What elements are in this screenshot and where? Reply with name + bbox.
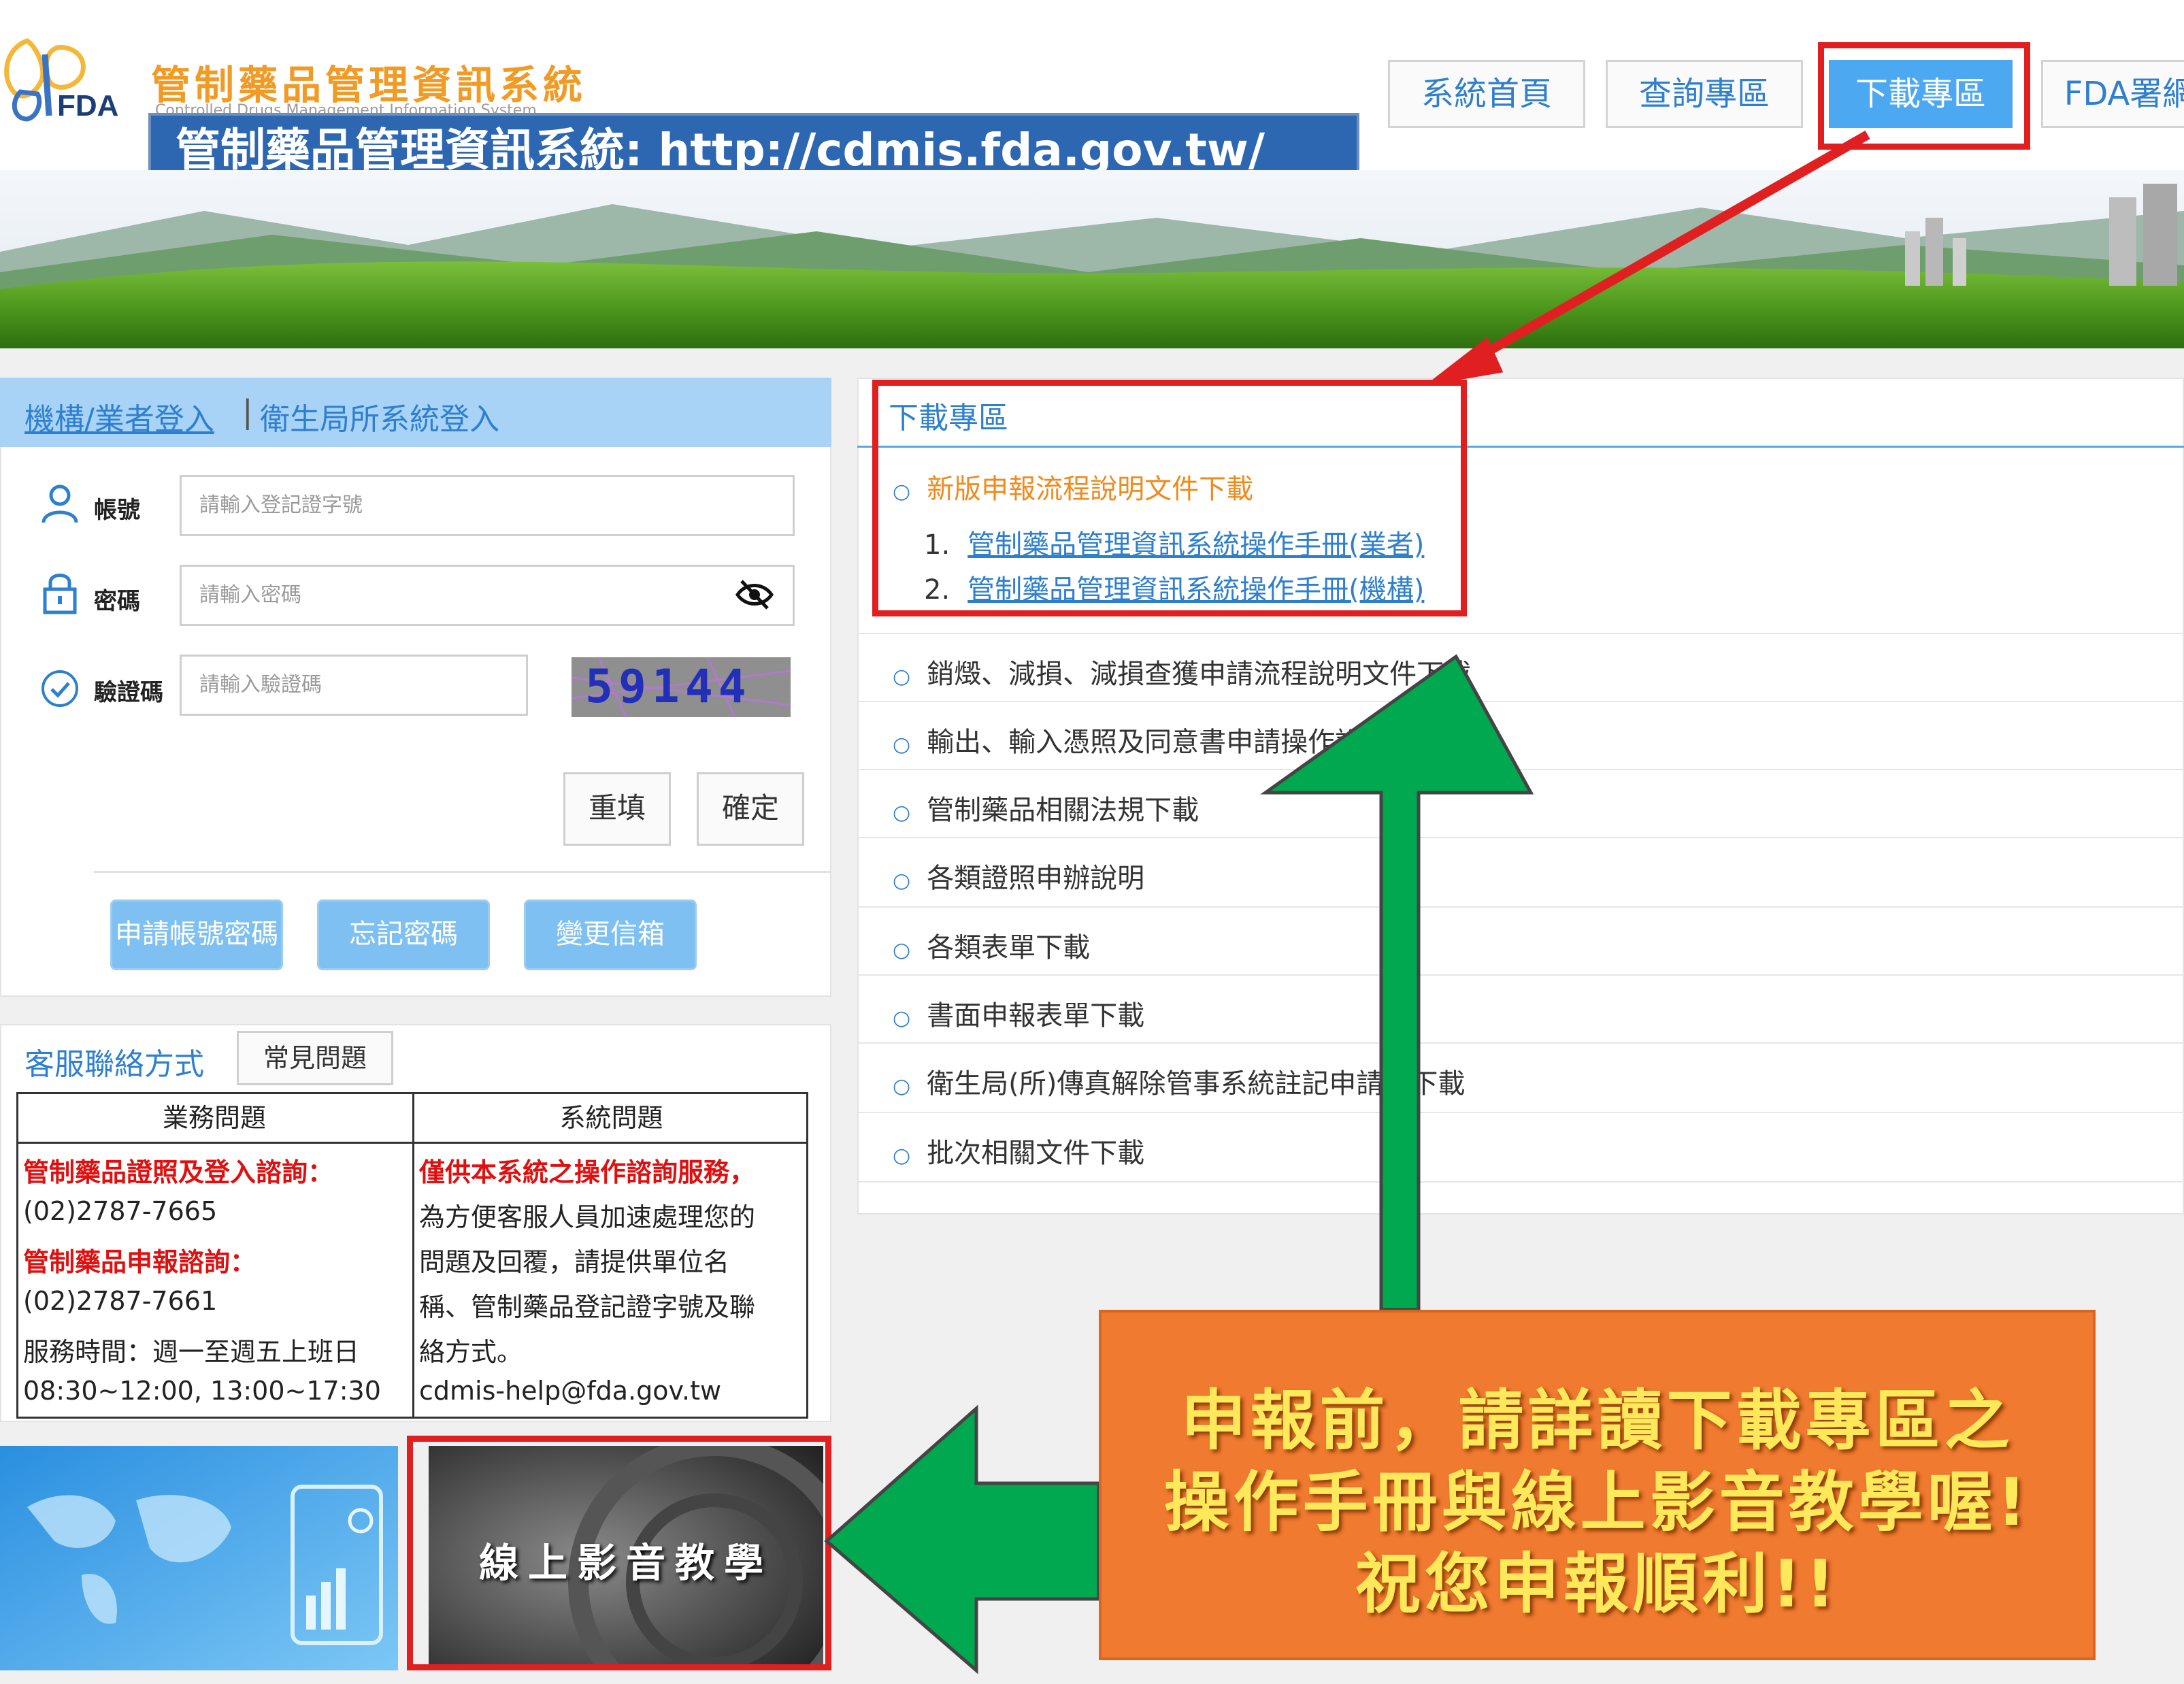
list-divider <box>859 701 2183 702</box>
system-email[interactable]: cdmis-help@fda.gov.tw <box>419 1376 721 1406</box>
account-label: 帳號 <box>94 497 140 524</box>
service-title[interactable]: 客服聯絡方式 <box>24 1040 204 1083</box>
list-divider <box>859 1181 2183 1183</box>
download-item[interactable]: ○ 衛生局(所)傳真解除管事系統註記申請表下載 <box>893 1061 1465 1101</box>
lock-icon <box>43 574 77 614</box>
captcha-input[interactable]: 請輸入驗證碼 <box>180 655 528 716</box>
bullet-icon: ○ <box>893 665 911 689</box>
nav-fda-button[interactable]: FDA署網 <box>2041 60 2184 128</box>
check-circle-icon <box>42 670 78 707</box>
download-item[interactable]: ○ 管制藥品相關法規下載 <box>893 788 1199 827</box>
system-line: 僅供本系統之操作諮詢服務， <box>419 1157 756 1187</box>
list-divider <box>859 633 2183 634</box>
bullet-icon: ○ <box>893 938 911 962</box>
forgot-password-button[interactable]: 忘記密碼 <box>317 899 490 970</box>
nav-query-button[interactable]: 查詢專區 <box>1606 60 1803 128</box>
world-map-tile[interactable] <box>0 1446 398 1670</box>
business-line: (02)2787-7661 <box>23 1286 218 1316</box>
business-line: 管制藥品證照及登入諮詢： <box>23 1157 334 1187</box>
list-divider <box>859 974 2183 976</box>
change-email-button[interactable]: 變更信箱 <box>524 899 697 970</box>
download-item[interactable]: ○ 書面申報表單下載 <box>893 993 1144 1033</box>
reset-button[interactable]: 重填 <box>563 772 671 846</box>
faq-button[interactable]: 常見問題 <box>237 1031 393 1085</box>
nav-home-button[interactable]: 系統首頁 <box>1388 60 1585 128</box>
business-line: 管制藥品申報諮詢： <box>23 1247 257 1277</box>
bullet-icon: ○ <box>893 1074 911 1098</box>
tab-health-login[interactable]: 衛生局所系統登入 <box>260 395 499 438</box>
landscape-banner <box>0 170 2184 348</box>
business-line: 08:30~12:00, 13:00~17:30 <box>23 1376 381 1406</box>
system-column-header: 系統問題 <box>559 1103 663 1133</box>
bullet-icon: ○ <box>893 733 911 757</box>
system-line: 問題及回覆，請提供單位名 <box>419 1247 730 1277</box>
download-item[interactable]: ○ 輸出、輸入憑照及同意書申請操作說明 <box>893 720 1389 759</box>
business-line: (02)2787-7665 <box>23 1196 218 1226</box>
callout-line: 操作手冊與線上影音教學喔! <box>1163 1464 2031 1540</box>
account-input[interactable]: 請輸入登記證字號 <box>180 475 795 536</box>
download-item[interactable]: ○ 批次相關文件下載 <box>893 1131 1144 1170</box>
bullet-icon: ○ <box>893 1006 911 1030</box>
callout-line: 申報前，請詳讀下載專區之 <box>1180 1383 2014 1459</box>
list-divider <box>859 837 2183 838</box>
bullet-icon: ○ <box>893 869 911 893</box>
captcha-label: 驗證碼 <box>94 679 163 706</box>
business-line: 服務時間：週一至週五上班日 <box>23 1337 360 1367</box>
login-divider <box>94 871 831 873</box>
list-divider <box>859 1042 2183 1044</box>
system-line: 絡方式。 <box>419 1337 523 1367</box>
captcha-image: 59144 <box>572 657 791 717</box>
list-divider <box>859 906 2183 908</box>
table-header-rule <box>16 1142 808 1144</box>
list-divider <box>859 769 2183 770</box>
fda-butterfly-logo[interactable]: FDA <box>0 27 150 129</box>
bullet-icon: ○ <box>893 1144 911 1168</box>
bullet-icon: ○ <box>893 801 911 825</box>
eye-off-icon[interactable] <box>735 578 774 611</box>
highlight-video-tile <box>407 1436 831 1670</box>
confirm-button[interactable]: 確定 <box>697 772 804 846</box>
business-column-header: 業務問題 <box>162 1103 266 1133</box>
download-item[interactable]: ○ 各類表單下載 <box>893 925 1090 965</box>
user-icon <box>42 484 78 523</box>
password-label: 密碼 <box>94 588 140 615</box>
system-line: 稱、管制藥品登記證字號及聯 <box>419 1292 756 1322</box>
download-item[interactable]: ○ 各類證照申辦說明 <box>893 856 1144 895</box>
callout-line: 祝您申報順利!! <box>1355 1546 1840 1622</box>
highlight-download-section <box>872 380 1467 616</box>
list-divider <box>859 1112 2183 1113</box>
download-item[interactable]: ○ 銷燬、減損、減損查獲申請流程說明文件下載 <box>893 652 1471 691</box>
svg-text:FDA: FDA <box>57 89 118 122</box>
table-divider <box>412 1092 414 1419</box>
svg-text:59144: 59144 <box>585 660 752 714</box>
tab-separator: | <box>242 393 253 430</box>
tab-org-login[interactable]: 機構/業者登入 <box>24 395 214 438</box>
system-line: 為方便客服人員加速處理您的 <box>419 1202 756 1232</box>
apply-account-button[interactable]: 申請帳號密碼 <box>110 899 283 970</box>
highlight-nav-download <box>1818 42 2030 150</box>
password-input[interactable]: 請輸入密碼 <box>180 565 795 626</box>
